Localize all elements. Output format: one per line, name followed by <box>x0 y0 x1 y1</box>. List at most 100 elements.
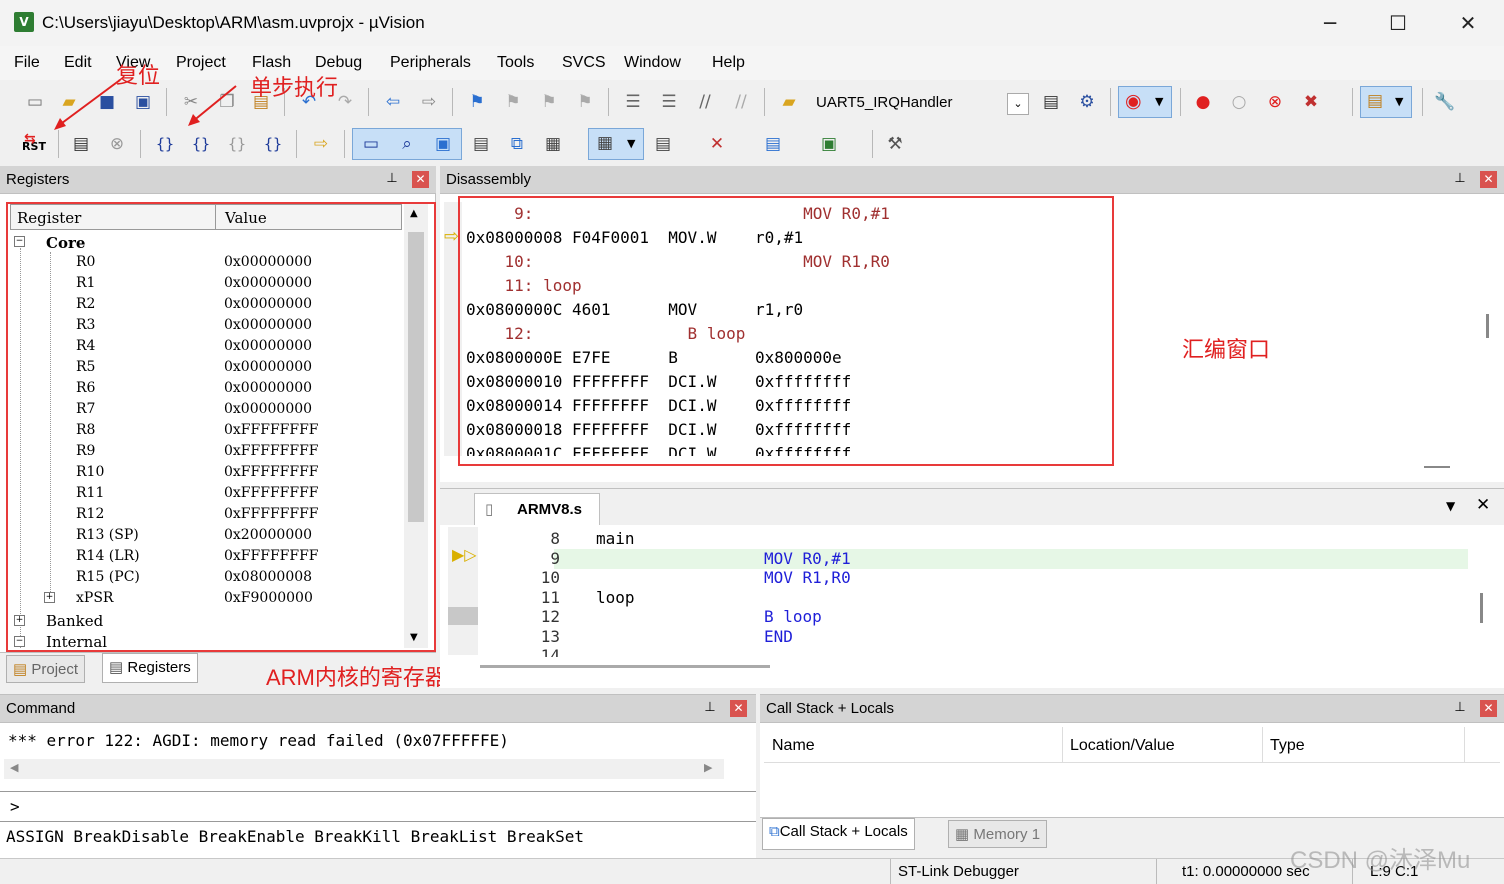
menu-window[interactable]: Window <box>624 54 681 72</box>
menu-svcs[interactable]: SVCS <box>562 54 606 72</box>
configure-icon[interactable]: 🔧 <box>1434 91 1456 113</box>
maximize-button[interactable]: ☐ <box>1378 8 1418 38</box>
start-stop-debug-button[interactable]: ◉ ▼ <box>1118 86 1172 118</box>
menu-help[interactable]: Help <box>712 54 745 72</box>
command-window-icon[interactable]: ▭ <box>360 133 382 155</box>
tab-list-icon[interactable]: ▼ <box>1446 499 1455 513</box>
disassembly-header: Disassembly ⊥ ✕ <box>440 166 1504 194</box>
menu-file[interactable]: File <box>14 54 40 72</box>
breakpoint-marker[interactable] <box>448 607 478 625</box>
trace-window-icon[interactable]: ▤ <box>762 133 784 155</box>
bookmark-icon[interactable]: ⚑ <box>466 91 488 113</box>
line-number: 10 <box>540 568 560 587</box>
callstack-title: Call Stack + Locals <box>766 700 894 717</box>
command-header: Command ⊥ ✕ <box>0 695 756 723</box>
editor-tab[interactable]: ▯ ARMV8.s <box>474 493 600 525</box>
find-in-files-icon[interactable]: ▰ <box>778 91 800 113</box>
tab-callstack[interactable]: ⧉Call Stack + Locals <box>762 818 915 850</box>
disassembly-window-icon[interactable]: ⌕ <box>396 133 418 155</box>
col-name[interactable]: Name <box>772 737 815 755</box>
status-bar: ST-Link Debugger t1: 0.00000000 sec L:9 … <box>0 858 1504 884</box>
uvision-app-icon: V <box>14 12 34 32</box>
command-panel: Command ⊥ ✕ *** error 122: AGDI: memory … <box>0 694 756 858</box>
chevron-down-icon[interactable]: ⌄ <box>1007 93 1029 115</box>
pin-icon[interactable]: ⊥ <box>702 700 718 715</box>
toolbox-icon[interactable]: ⚒ <box>884 133 906 155</box>
editor-tab-bar: ▯ ARMV8.s ▼ ✕ <box>440 489 1504 525</box>
comment-icon[interactable]: // <box>694 91 716 113</box>
nav-forward-icon[interactable]: ⇨ <box>418 91 440 113</box>
tab-registers[interactable]: ▤ Registers <box>102 653 198 683</box>
editor-scrollbar[interactable] <box>1480 593 1483 623</box>
next-bookmark-icon[interactable]: ⚑ <box>538 91 560 113</box>
tab-memory[interactable]: ▦ Memory 1 <box>948 820 1048 848</box>
scroll-left-icon[interactable]: ◀ <box>10 761 18 774</box>
annotation-step: 单步执行 <box>250 75 339 100</box>
editor-hscroll[interactable] <box>480 665 770 668</box>
close-icon[interactable]: ✕ <box>412 171 429 188</box>
callstack-header: Call Stack + Locals ⊥ ✕ <box>760 695 1504 723</box>
prev-bookmark-icon[interactable]: ⚑ <box>502 91 524 113</box>
nav-back-icon[interactable]: ⇦ <box>382 91 404 113</box>
tab-callstack-label: Call Stack + Locals <box>779 823 908 840</box>
registers-window-icon[interactable]: ▤ <box>470 133 492 155</box>
pin-icon[interactable]: ⊥ <box>1452 700 1468 715</box>
editor-panel: ▯ ARMV8.s ▼ ✕ ▶▷ 8 main 9 MOV R0,#1 10 MOV R1… <box>440 488 1504 688</box>
unindent-icon[interactable]: ☰ <box>658 91 680 113</box>
incremental-find-icon[interactable]: ▤ <box>1040 91 1062 113</box>
minimize-button[interactable]: ─ <box>1310 8 1350 38</box>
analysis-window-icon[interactable]: ✕ <box>706 133 728 155</box>
disable-breakpoint-icon[interactable]: ○ <box>1228 91 1250 113</box>
call-stack-window-icon[interactable]: ⧉ <box>506 133 528 155</box>
breakpoint-icon[interactable]: ● <box>1192 91 1214 113</box>
memory-window-icon: ▦ <box>597 133 614 153</box>
uncomment-icon[interactable]: // <box>730 91 752 113</box>
menu-tools[interactable]: Tools <box>497 54 534 72</box>
clear-bookmarks-icon[interactable]: ⚑ <box>574 91 596 113</box>
status-debugger: ST-Link Debugger <box>898 863 1019 880</box>
tab-project[interactable]: ▤ Project <box>6 655 86 683</box>
disassembly-scrollbar[interactable] <box>1486 314 1489 338</box>
watch-window-icon[interactable]: ▦ <box>542 133 564 155</box>
disassembly-hscroll[interactable] <box>1424 466 1450 468</box>
target-function-combo[interactable]: UART5_IRQHandler <box>816 94 952 111</box>
window-icon: ▤ <box>1367 91 1384 111</box>
close-icon[interactable]: ✕ <box>1480 700 1497 717</box>
memory-icon: ▦ <box>955 826 970 843</box>
scroll-right-icon[interactable]: ▶ <box>704 761 712 774</box>
memory-window-button[interactable]: ▦ ▼ <box>588 128 644 160</box>
registers-header: Registers ⊥ ✕ <box>0 166 436 194</box>
window-layout-button[interactable]: ▤ ▼ <box>1360 86 1412 118</box>
col-location[interactable]: Location/Value <box>1070 737 1175 755</box>
window-title: C:\Users\jiayu\Desktop\ARM\asm.uvprojx -… <box>42 13 425 32</box>
close-button[interactable]: ✕ <box>1448 8 1488 38</box>
system-viewer-icon[interactable]: ▣ <box>818 133 840 155</box>
col-type[interactable]: Type <box>1270 737 1305 755</box>
command-title: Command <box>6 700 76 717</box>
line-number: 12 <box>540 607 560 626</box>
debug-tools-icon[interactable]: ⚙ <box>1076 91 1098 113</box>
serial-window-icon[interactable]: ▤ <box>652 133 674 155</box>
show-next-statement-icon[interactable]: ⇨ <box>310 133 332 155</box>
close-icon[interactable]: ✕ <box>730 700 747 717</box>
menu-peripherals[interactable]: Peripherals <box>390 54 471 72</box>
command-prompt[interactable]: > <box>10 797 20 816</box>
code-label: main <box>596 529 635 548</box>
title-bar: V C:\Users\jiayu\Desktop\ARM\asm.uvprojx… <box>0 0 1504 46</box>
pin-icon[interactable]: ⊥ <box>1452 171 1468 186</box>
code-instruction: END <box>764 626 793 646</box>
indent-icon[interactable]: ☰ <box>622 91 644 113</box>
run-to-cursor-icon[interactable]: {} <box>262 133 284 155</box>
editor-code[interactable]: 8 main 9 MOV R0,#1 10 MOV R1,R0 11 loop 12 B loop… <box>480 529 1470 657</box>
disable-all-breakpoints-icon[interactable]: ⊗ <box>1264 91 1286 113</box>
command-hscroll[interactable]: ◀ ▶ <box>4 759 724 779</box>
pin-icon[interactable]: ⊥ <box>384 171 400 186</box>
line-number: 14 <box>540 646 560 657</box>
disassembly-panel: Disassembly ⊥ ✕ ⇨ 9: MOV R0,#1 0x08000008… <box>440 166 1504 482</box>
line-number: 9 <box>550 548 560 568</box>
close-icon[interactable]: ✕ <box>1480 171 1497 188</box>
editor-tab-label: ARMV8.s <box>517 501 583 518</box>
close-editor-icon[interactable]: ✕ <box>1476 495 1490 515</box>
symbols-window-icon[interactable]: ▣ <box>432 133 454 155</box>
kill-all-breakpoints-icon[interactable]: ✖ <box>1300 91 1322 113</box>
